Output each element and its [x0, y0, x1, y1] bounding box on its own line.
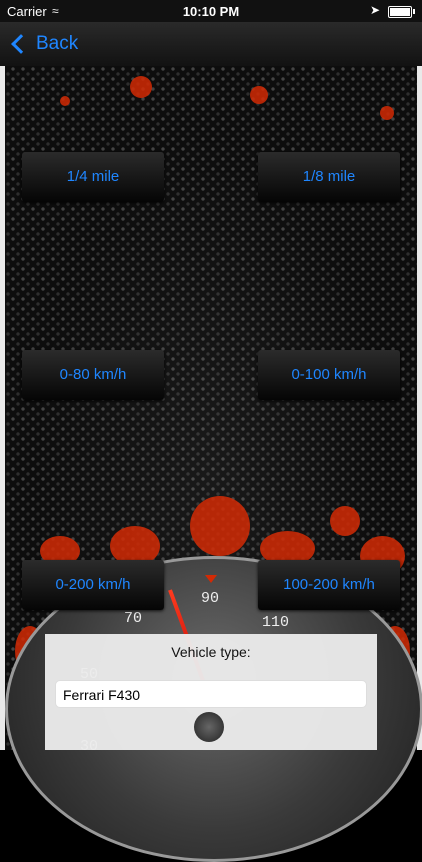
battery-tip-icon — [413, 9, 415, 14]
splash-decoration — [60, 96, 70, 106]
location-arrow-icon: ➤ — [369, 3, 380, 17]
splash-decoration — [380, 106, 394, 120]
splash-decoration — [130, 76, 152, 98]
navigation-bar: Back — [0, 22, 422, 66]
quarter-mile-button[interactable]: 1/4 mile — [22, 152, 164, 202]
zero-200-button[interactable]: 0-200 km/h — [22, 560, 164, 610]
gauge-center-cap — [194, 712, 224, 742]
status-time: 10:10 PM — [182, 4, 240, 19]
zero-80-button[interactable]: 0-80 km/h — [22, 350, 164, 400]
zero-100-button[interactable]: 0-100 km/h — [258, 350, 400, 400]
vehicle-type-field[interactable]: Ferrari F430 — [55, 680, 367, 708]
back-button[interactable]: Back — [10, 32, 78, 56]
vehicle-panel: Vehicle type: Ferrari F430 — [45, 634, 377, 750]
back-label: Back — [36, 33, 79, 54]
status-bar: Carrier ≈ 10:10 PM ➤ — [0, 0, 422, 22]
chevron-left-icon — [11, 34, 31, 54]
gauge-label: 70 — [124, 610, 143, 627]
eighth-mile-button[interactable]: 1/8 mile — [258, 152, 400, 202]
gauge-label: 110 — [262, 614, 290, 631]
gauge-label: 90 — [201, 590, 220, 607]
vehicle-type-label: Vehicle type: — [171, 644, 251, 660]
battery-icon — [388, 6, 412, 18]
splash-decoration — [330, 506, 360, 536]
gauge-marker-icon — [205, 575, 217, 583]
splash-decoration — [250, 86, 268, 104]
hundred-200-button[interactable]: 100-200 km/h — [258, 560, 400, 610]
splash-decoration — [190, 496, 250, 556]
